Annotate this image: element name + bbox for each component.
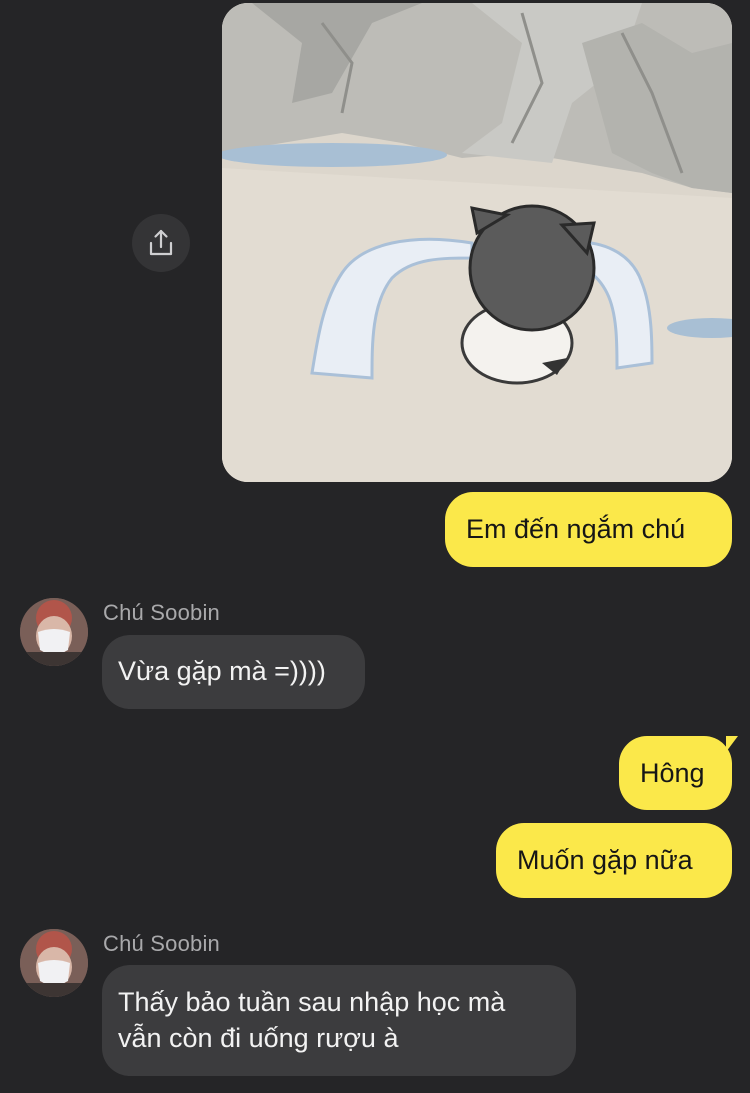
message-text: Em đến ngắm chú: [466, 514, 686, 544]
outgoing-message[interactable]: Hông: [619, 736, 738, 810]
incoming-message[interactable]: Thấy bảo tuần sau nhập học mà vẫn còn đi…: [102, 965, 576, 1076]
message-text: Hông: [640, 758, 705, 788]
avatar-image: [20, 929, 88, 997]
image-message[interactable]: [222, 3, 732, 482]
share-button[interactable]: [132, 214, 190, 272]
chat-thread: Em đến ngắm chú Chú Soobin Vừa gặp mà =)…: [0, 0, 750, 1093]
outgoing-message[interactable]: Muốn gặp nữa: [496, 823, 732, 898]
message-text-line-2: vẫn còn đi uống rượu à: [118, 1023, 399, 1053]
share-icon: [149, 229, 173, 256]
sender-name: Chú Soobin: [103, 600, 220, 625]
avatar[interactable]: [20, 598, 88, 666]
avatar-image: [20, 598, 88, 666]
outgoing-message[interactable]: Em đến ngắm chú: [445, 492, 732, 567]
avatar[interactable]: [20, 929, 88, 997]
incoming-message[interactable]: Vừa gặp mà =)))): [102, 635, 365, 709]
sender-name: Chú Soobin: [103, 931, 220, 956]
message-text: Vừa gặp mà =)))): [118, 656, 326, 686]
message-text-line-1: Thấy bảo tuần sau nhập học mà: [118, 987, 506, 1017]
message-text: Muốn gặp nữa: [517, 845, 693, 875]
cartoon-image: [222, 3, 732, 482]
